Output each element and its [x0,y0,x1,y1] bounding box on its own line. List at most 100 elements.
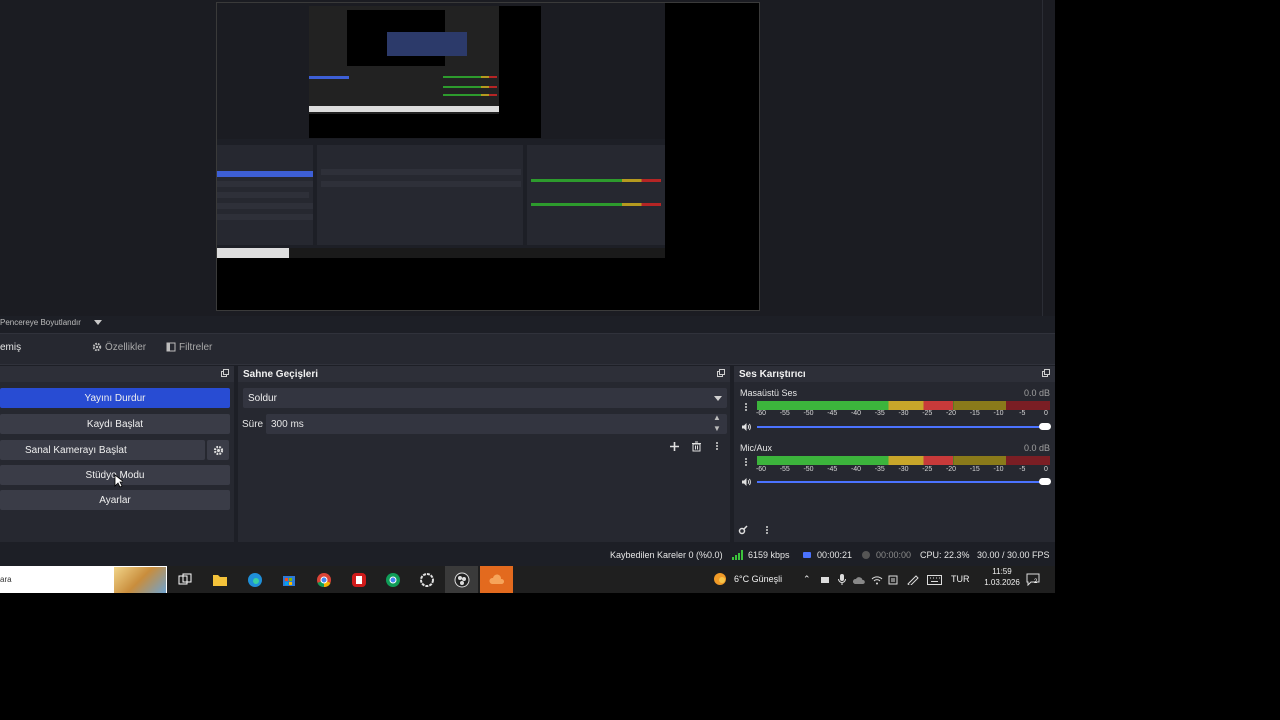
notification-count: 2 [1034,579,1038,585]
meter-tick-label: -10 [993,410,1004,417]
mouse-cursor-icon [114,474,123,488]
notification-center[interactable]: 2 [1026,572,1040,587]
advanced-audio-icon[interactable] [738,525,749,536]
meter-tick-label: -30 [898,410,909,417]
meter-tick-label: -60 [755,410,767,417]
notification-icon [1026,573,1040,587]
stream-time: 00:00:21 [817,550,853,560]
device-icon[interactable] [820,575,830,585]
tray-overflow-icon[interactable]: ⌃ [803,574,811,585]
meter-tick-label: -40 [850,410,862,417]
duration-value: 300 ms [271,419,304,430]
speaker-icon[interactable] [741,477,751,487]
task-view-icon[interactable] [177,572,193,588]
settings-button[interactable]: Ayarlar [0,490,230,510]
undock-icon[interactable] [717,369,725,377]
volume-slider[interactable] [757,478,1051,485]
input-language[interactable]: TUR [951,574,970,584]
mixer-options-icon[interactable] [765,525,769,537]
duration-input[interactable] [266,414,727,434]
channel-options-icon[interactable] [744,402,748,414]
preview-canvas[interactable] [216,2,760,311]
store-icon[interactable] [281,572,297,588]
chevron-down-icon[interactable] [94,320,102,325]
chrome-icon[interactable] [316,572,332,588]
start-virtual-camera-button[interactable]: Sanal Kamerayı Başlat [0,440,205,460]
pen-icon[interactable] [907,575,919,585]
meter-tick-label: -25 [922,466,933,473]
network-icon[interactable] [888,575,898,585]
wifi-icon[interactable] [871,575,883,585]
status-bar: Kaybedilen Kareler 0 (%0.0) 6159 kbps 00… [0,546,1055,564]
edge-icon[interactable] [247,572,263,588]
gear-icon [92,342,102,352]
undock-icon[interactable] [1042,369,1050,377]
speaker-icon[interactable] [741,422,751,432]
meter-tick-label: -10 [993,466,1004,473]
meter-tick-label: -30 [898,466,909,473]
trash-icon[interactable] [691,441,702,452]
add-icon[interactable] [669,441,680,452]
spin-down-icon[interactable]: ▼ [713,424,721,433]
weather-text[interactable]: 6°C Güneşli [734,574,782,584]
dock-title: Sahne Geçişleri [243,369,319,380]
filter-icon [166,342,176,352]
transition-select[interactable] [243,388,727,408]
dropped-frames: Kaybedilen Kareler 0 (%0.0) [610,550,723,560]
stop-streaming-button[interactable]: Yayını Durdur [0,388,230,408]
meter-tick-label: 0 [1044,466,1048,473]
filters-button[interactable]: Filtreler [166,340,212,354]
meter-tick-label: -20 [945,466,957,473]
volume-handle[interactable] [1039,478,1051,485]
properties-label: Özellikler [105,341,147,353]
meter-tick-label: -35 [874,410,885,417]
virtual-camera-settings-button[interactable] [207,440,229,460]
start-recording-button[interactable]: Kaydı Başlat [0,414,230,434]
meter-tick-label: -45 [827,410,838,417]
meter-tick-label: -15 [969,410,980,417]
chrome-profile-icon[interactable] [385,572,401,588]
record-icon [862,551,870,559]
search-input[interactable]: ara [0,575,12,584]
meter-tick-label: -20 [945,410,957,417]
meter-tick-label: -35 [874,466,885,473]
record-time: 00:00:00 [876,550,912,560]
app-red-icon[interactable] [351,572,367,588]
meter-tick-label: -40 [850,466,862,473]
chevron-down-icon[interactable] [714,396,722,401]
keyboard-icon[interactable] [927,575,942,585]
cloud-icon[interactable] [489,572,505,588]
level-meter [757,456,1050,465]
more-options-icon[interactable] [715,441,719,453]
microphone-icon[interactable] [837,574,847,585]
meter-tick-label: -55 [779,410,790,417]
cloud-sync-icon[interactable] [853,575,865,585]
cpu-usage: CPU: 22.3% [920,550,970,560]
channel-name: Mic/Aux [740,443,773,453]
clock[interactable]: 11:59 1.03.2026 [982,567,1022,587]
meter-tick-label: -15 [969,466,980,473]
volume-slider[interactable] [757,423,1051,430]
source-context-bar [0,333,1055,365]
spin-up-icon[interactable]: ▲ [713,413,721,422]
broadcast-icon [803,552,811,558]
channel-options-icon[interactable] [744,457,748,469]
volume-handle[interactable] [1039,423,1051,430]
fps: 30.00 / 30.00 FPS [977,550,1050,560]
channel-db: 0.0 dB [1023,388,1050,398]
channel-name: Masaüstü Ses [740,388,798,398]
duration-label: Süre [242,419,264,430]
scale-mode-label[interactable]: Pencereye Boyutlandır [0,318,81,327]
undock-icon[interactable] [221,369,229,377]
properties-button[interactable]: Özellikler [92,340,146,354]
meter-tick-label: -5 [1019,410,1026,417]
meter-tick-label: -5 [1019,466,1026,473]
meter-tick-label: -60 [755,466,767,473]
meter-tick-label: -55 [779,466,790,473]
preview-divider [1042,0,1043,316]
filters-label: Filtreler [179,341,213,353]
weather-sun-icon[interactable] [713,572,727,586]
chatgpt-icon[interactable] [419,572,435,588]
file-explorer-icon[interactable] [212,572,228,588]
obs-icon[interactable] [454,572,470,588]
